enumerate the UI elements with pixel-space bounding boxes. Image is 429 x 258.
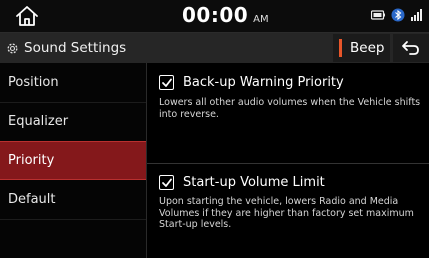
beep-label: Beep <box>350 40 385 56</box>
back-arrow-icon <box>402 41 419 55</box>
page-title: Sound Settings <box>6 33 126 63</box>
home-button[interactable] <box>14 4 40 28</box>
clock-ampm: AM <box>253 14 269 25</box>
startup-volume-description: Upon starting the vehicle, lowers Radio … <box>159 196 414 230</box>
status-icons <box>371 8 423 22</box>
startup-volume-label: Start-up Volume Limit <box>183 175 325 190</box>
phone-projection-icon <box>371 10 385 20</box>
checkmark-icon <box>161 178 172 187</box>
home-icon <box>16 6 38 26</box>
beep-button[interactable]: Beep <box>333 34 390 62</box>
sidebar-divider <box>0 219 146 220</box>
gear-icon <box>7 42 18 54</box>
startup-volume-checkbox[interactable] <box>159 175 174 190</box>
header-bar: Sound Settings Beep <box>0 33 429 63</box>
option-divider <box>147 163 429 164</box>
page-title-text: Sound Settings <box>24 40 127 56</box>
sidebar-item-position[interactable]: Position <box>0 63 146 102</box>
sidebar: Position Equalizer Priority Default <box>0 63 146 258</box>
backup-warning-label: Back-up Warning Priority <box>183 75 344 90</box>
sidebar-item-equalizer[interactable]: Equalizer <box>0 102 146 141</box>
checkmark-icon <box>161 78 172 87</box>
sidebar-item-default[interactable]: Default <box>0 180 146 219</box>
backup-warning-toggle[interactable]: Back-up Warning Priority <box>159 75 344 90</box>
signal-icon <box>411 9 422 21</box>
priority-options-panel: Back-up Warning Priority Lowers all othe… <box>147 63 429 258</box>
beep-indicator <box>339 39 342 57</box>
startup-volume-toggle[interactable]: Start-up Volume Limit <box>159 175 325 190</box>
status-bar: 00:00 AM <box>0 0 429 32</box>
back-button[interactable] <box>393 34 429 62</box>
backup-warning-checkbox[interactable] <box>159 75 174 90</box>
clock: 00:00 AM <box>182 3 269 29</box>
bluetooth-icon <box>391 8 405 22</box>
sidebar-item-priority[interactable]: Priority <box>0 141 146 180</box>
backup-warning-description: Lowers all other audio volumes when the … <box>159 97 421 120</box>
clock-time: 00:00 <box>182 3 249 27</box>
